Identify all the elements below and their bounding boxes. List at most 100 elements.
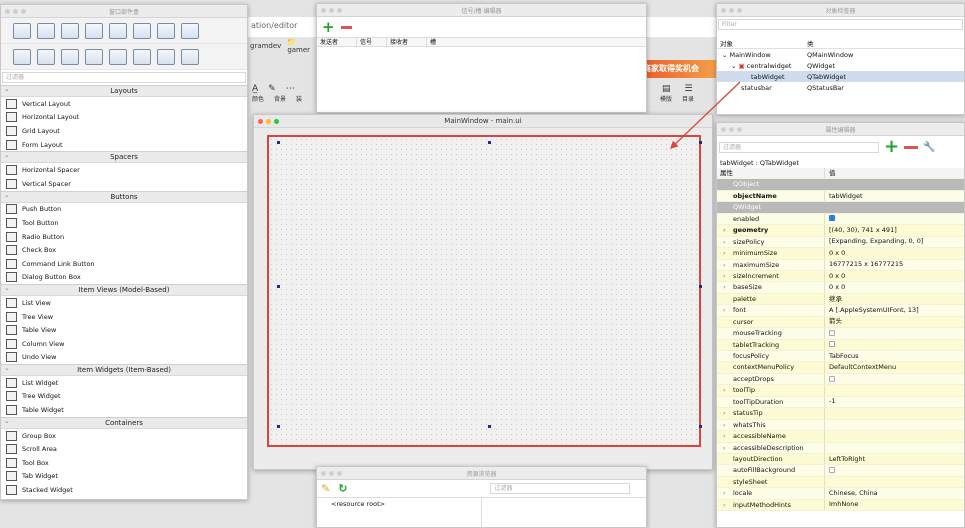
property-value[interactable]: LeftToRight — [825, 454, 865, 465]
property-row[interactable]: objectName tabWidget — [717, 190, 964, 203]
property-value[interactable]: 0 x 0 — [825, 248, 845, 259]
edit-resources-icon[interactable]: ✎ — [321, 482, 330, 495]
property-row[interactable]: mouseTracking — [717, 328, 964, 340]
property-value[interactable]: [(40, 30), 741 x 491] — [825, 225, 897, 236]
property-value[interactable]: tabWidget — [825, 191, 863, 202]
widget-category[interactable]: Spacers — [1, 150, 247, 164]
resource-browser-titlebar[interactable]: 资源浏览器 — [317, 467, 646, 480]
property-row[interactable]: minimumSize0 x 0 — [717, 248, 964, 260]
widget-item[interactable]: Group Box — [1, 429, 247, 443]
widget-item[interactable]: Dialog Button Box — [1, 271, 247, 285]
save-icon[interactable] — [61, 22, 79, 39]
widget-item[interactable]: Form Layout — [1, 138, 247, 152]
property-row[interactable]: tabletTracking — [717, 339, 964, 351]
bookmark-gamer[interactable]: 📁 gamer — [287, 38, 318, 54]
widget-category[interactable]: Item Widgets (Item-Based) — [1, 363, 247, 377]
property-row[interactable]: QObject — [717, 179, 964, 191]
property-row[interactable]: maximumSize16777215 x 16777215 — [717, 259, 964, 271]
open-file-icon[interactable] — [37, 22, 55, 39]
property-row[interactable]: acceptDrops — [717, 373, 964, 386]
property-row[interactable]: styleSheet — [717, 476, 964, 489]
property-checkbox[interactable] — [829, 215, 835, 222]
property-value[interactable]: 0 x 0 — [825, 282, 845, 293]
widget-item[interactable]: Tool Box — [1, 456, 247, 470]
widget-item[interactable]: Undo View — [1, 351, 247, 365]
widget-item[interactable]: Tab Widget — [1, 470, 247, 484]
resize-handle[interactable] — [488, 141, 491, 144]
property-value[interactable]: 箭头 — [825, 316, 842, 327]
toc-icon[interactable]: ☰ — [685, 84, 693, 94]
widget-item[interactable]: Table Widget — [1, 403, 247, 417]
property-value[interactable]: 0 x 0 — [825, 271, 845, 282]
bring-to-front-icon[interactable] — [109, 22, 127, 39]
bookmark-gramdev[interactable]: gramdev — [250, 42, 281, 50]
property-checkbox[interactable] — [829, 341, 835, 348]
header-class[interactable]: 类 — [807, 38, 814, 48]
adjust-size-icon[interactable] — [181, 48, 199, 65]
configure-icon[interactable]: 🔧 — [923, 142, 935, 153]
add-connection-icon[interactable]: + — [322, 19, 335, 35]
property-row[interactable]: statusTip — [717, 408, 964, 420]
property-row[interactable]: localeChinese, China — [717, 488, 964, 500]
widget-category[interactable]: Containers — [1, 416, 247, 429]
remove-dynamic-property-icon[interactable] — [904, 145, 919, 149]
property-editor-titlebar[interactable]: 属性编辑器 — [717, 123, 964, 136]
col-slot[interactable]: 槽 — [427, 38, 457, 46]
widget-item[interactable]: Push Button — [1, 203, 247, 217]
property-row[interactable]: enabled — [717, 213, 964, 226]
resize-handle[interactable] — [699, 285, 702, 288]
property-value[interactable] — [825, 339, 835, 350]
property-row[interactable]: accessibleDescription — [717, 442, 964, 454]
tree-row-statusbar[interactable]: statusbar QStatusBar — [717, 82, 964, 93]
new-file-icon[interactable] — [13, 22, 31, 39]
widget-category[interactable]: Layouts — [1, 84, 247, 97]
object-inspector-titlebar[interactable]: 对象检查器 — [717, 4, 964, 17]
header-property[interactable]: 属性 — [717, 168, 825, 179]
layout-h-splitter-icon[interactable] — [61, 48, 79, 65]
property-value[interactable] — [825, 465, 835, 476]
property-value[interactable]: 继承 — [825, 294, 842, 305]
property-value[interactable] — [825, 328, 835, 339]
property-checkbox[interactable] — [829, 329, 835, 336]
widget-item[interactable]: Scroll Area — [1, 442, 247, 456]
widget-item[interactable]: List Widget — [1, 376, 247, 390]
promo-banner[interactable]: 商家取得奖机会 — [640, 60, 718, 78]
widget-item[interactable]: Check Box — [1, 243, 247, 257]
resize-handle[interactable] — [277, 285, 280, 288]
layout-form-icon[interactable] — [133, 48, 151, 65]
widget-item[interactable]: Horizontal Layout — [1, 111, 247, 125]
tree-row-tabwidget[interactable]: tabWidget QTabWidget — [717, 71, 964, 82]
close-icon[interactable] — [258, 118, 263, 124]
property-value[interactable]: ImhNone — [825, 499, 858, 510]
signal-slot-titlebar[interactable]: 信号/槽 编辑器 — [317, 4, 646, 17]
property-row[interactable]: fontA [.AppleSystemUIFont, 13] — [717, 305, 964, 317]
widget-item[interactable]: Horizontal Spacer — [1, 163, 247, 177]
layout-vertical-icon[interactable] — [37, 48, 55, 65]
property-value[interactable]: -1 — [825, 396, 835, 407]
resize-handle[interactable] — [488, 425, 491, 428]
text-color-icon[interactable]: A̲ — [252, 84, 258, 94]
resize-handle[interactable] — [699, 425, 702, 428]
template-icon[interactable]: ▤ — [662, 84, 671, 94]
highlight-icon[interactable]: ✎ — [268, 84, 276, 94]
property-value[interactable]: Chinese, China — [825, 488, 878, 499]
widget-item[interactable]: Stacked Widget — [1, 483, 247, 497]
layout-grid-icon[interactable] — [109, 48, 127, 65]
property-value[interactable]: 16777215 x 16777215 — [825, 259, 903, 270]
widget-box-titlebar[interactable]: 窗口部件盒 — [1, 5, 247, 18]
widget-category[interactable]: Item Views (Model-Based) — [1, 283, 247, 297]
more-icon[interactable]: ⋯ — [286, 84, 295, 94]
property-row[interactable]: geometry[(40, 30), 741 x 491] — [717, 225, 964, 237]
tree-row-centralwidget[interactable]: ⌄ ▣ centralwidget QWidget — [717, 60, 964, 71]
property-row[interactable]: sizePolicy[Expanding, Expanding, 0, 0] — [717, 236, 964, 248]
widget-item[interactable]: Tool Button — [1, 216, 247, 230]
property-row[interactable]: autoFillBackground — [717, 465, 964, 477]
edit-widgets-icon[interactable] — [133, 22, 151, 39]
layout-v-splitter-icon[interactable] — [85, 48, 103, 65]
col-signal[interactable]: 信号 — [357, 38, 387, 46]
property-value[interactable] — [825, 213, 835, 224]
header-object[interactable]: 对象 — [717, 38, 807, 48]
property-row[interactable]: QWidget — [717, 202, 964, 214]
resize-handle[interactable] — [277, 425, 280, 428]
resize-handle[interactable] — [699, 141, 702, 144]
